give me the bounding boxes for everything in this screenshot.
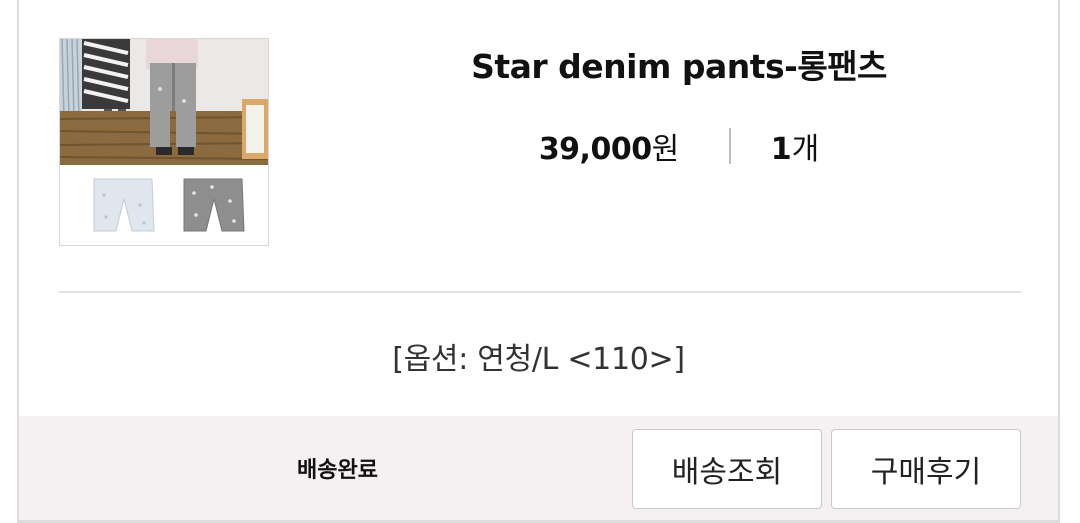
track-delivery-button[interactable]: 배송조회 (632, 429, 822, 509)
product-name[interactable]: Star denim pants-롱팬츠 (339, 40, 1019, 88)
price-separator (728, 128, 731, 164)
product-image[interactable] (59, 38, 269, 246)
product-color-swatches (60, 165, 268, 245)
price-quantity-row: 39,000원 1개 (339, 124, 1019, 168)
order-actions-bar: 배송완료 배송조회 구매후기 (19, 416, 1058, 523)
product-quantity: 1개 (770, 132, 820, 167)
write-review-button[interactable]: 구매후기 (831, 429, 1021, 509)
order-item-card: Star denim pants-롱팬츠 39,000원 1개 [옵션: 연청/… (17, 0, 1060, 523)
product-photo (60, 39, 268, 165)
delivery-status: 배송완료 (297, 458, 378, 483)
product-option: [옵션: 연청/L <110>] (392, 342, 685, 377)
product-price: 39,000원 (538, 132, 679, 167)
divider (59, 291, 1021, 293)
